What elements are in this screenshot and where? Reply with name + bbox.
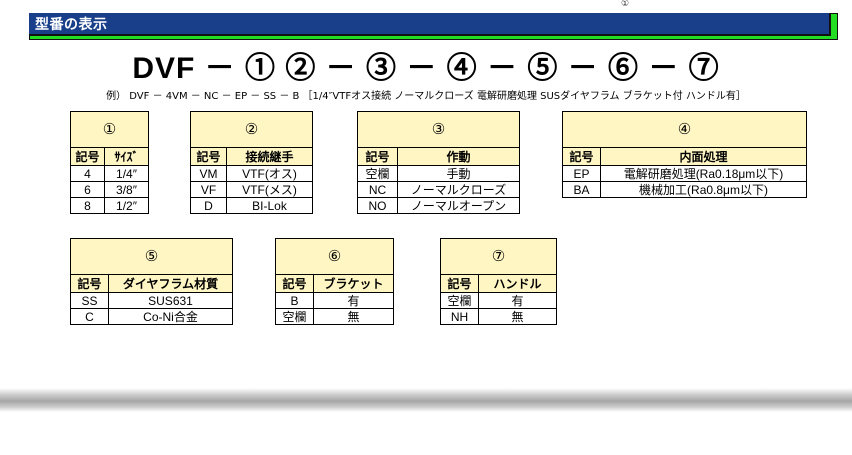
table-row: 空欄有 — [440, 292, 557, 309]
table-row: 空欄無 — [275, 308, 394, 325]
cell-code: NH — [440, 308, 479, 325]
cell-value: SUS631 — [108, 292, 233, 309]
cell-value: BI-Lok — [226, 197, 313, 214]
column-header-handle: ハンドル — [478, 274, 557, 293]
cell-value: 1/2″ — [104, 197, 149, 214]
column-header-code: 記号 — [562, 147, 601, 166]
column-header-bracket: ブラケット — [313, 274, 394, 293]
cell-code: NC — [357, 181, 398, 198]
table-surface-treatment: ④ 記号 内面処理 EP 電解研磨処理(Ra0.18μm以下) BA 機械加工(Ra… — [562, 111, 807, 198]
table-row: 8 1/2″ — [70, 197, 149, 214]
cell-code: 6 — [70, 181, 105, 198]
table-size: ① 記号 ｻｲｽﾞ 4 1/4″ 6 3/8″ 8 1/2″ — [70, 111, 149, 214]
cell-code: C — [70, 308, 109, 325]
cell-code: VM — [190, 165, 227, 182]
table-row: NO ノーマルオープン — [357, 197, 520, 214]
cell-value: ノーマルクローズ — [397, 181, 520, 198]
cell-code: D — [190, 197, 227, 214]
column-header-treatment: 内面処理 — [600, 147, 807, 166]
table-row: SS SUS631 — [70, 292, 233, 309]
table-title: ① — [70, 111, 149, 148]
column-header-code: 記号 — [357, 147, 398, 166]
cell-value: 有 — [478, 292, 557, 309]
table-title: ⑥ — [275, 238, 394, 275]
cell-code: 空欄 — [440, 292, 479, 309]
table-handle: ⑦ 記号 ハンドル 空欄有 NH 無 — [440, 238, 557, 325]
table-title: ④ — [562, 111, 807, 148]
column-header-code: 記号 — [70, 274, 109, 293]
cell-code: 空欄 — [275, 308, 314, 325]
table-row: EP 電解研磨処理(Ra0.18μm以下) — [562, 165, 807, 182]
table-title: ② — [190, 111, 313, 148]
cell-code: VF — [190, 181, 227, 198]
cell-value: 無 — [478, 308, 557, 325]
cell-value: 1/4″ — [104, 165, 149, 182]
table-row: 空欄 手動 — [357, 165, 520, 182]
table-row: D BI-Lok — [190, 197, 313, 214]
table-row: VM VTF(オス) — [190, 165, 313, 182]
table-title: ⑦ — [440, 238, 557, 275]
column-header-code: 記号 — [440, 274, 479, 293]
table-row: B有 — [275, 292, 394, 309]
column-header-code: 記号 — [275, 274, 314, 293]
table-title: ⑤ — [70, 238, 233, 275]
section-title: 型番の表示 — [35, 17, 108, 33]
cell-code: SS — [70, 292, 109, 309]
cell-code: 4 — [70, 165, 105, 182]
cell-value: 無 — [313, 308, 394, 325]
table-row: NC ノーマルクローズ — [357, 181, 520, 198]
column-header-size: ｻｲｽﾞ — [104, 147, 149, 166]
table-row: BA 機械加工(Ra0.8μm以下) — [562, 181, 807, 198]
cell-code: EP — [562, 165, 601, 182]
cell-code: B — [275, 292, 314, 309]
cell-code: 空欄 — [357, 165, 398, 182]
table-row: C Co-Ni合金 — [70, 308, 233, 325]
cell-value: 3/8″ — [104, 181, 149, 198]
cell-value: 機械加工(Ra0.8μm以下) — [600, 181, 807, 198]
column-header-code: 記号 — [190, 147, 227, 166]
column-header-code: 記号 — [70, 147, 105, 166]
cell-code: BA — [562, 181, 601, 198]
column-header-connection: 接続継手 — [226, 147, 313, 166]
cell-value: VTF(メス) — [226, 181, 313, 198]
column-header-material: ダイヤフラム材質 — [108, 274, 233, 293]
table-diaphragm-material: ⑤ 記号 ダイヤフラム材質 SS SUS631 C Co-Ni合金 — [70, 238, 233, 325]
table-row: 4 1/4″ — [70, 165, 149, 182]
table-row: NH 無 — [440, 308, 557, 325]
table-bracket: ⑥ 記号 ブラケット B有 空欄無 — [275, 238, 394, 325]
model-number-formula: DVF － ① ② － ③ － ④ － ⑤ － ⑥ － ⑦ — [132, 52, 720, 85]
table-row: VF VTF(メス) — [190, 181, 313, 198]
table-connection: ② 記号 接続継手 VM VTF(オス) VF VTF(メス) D BI-Lok — [190, 111, 313, 214]
cell-code: 8 — [70, 197, 105, 214]
table-title: ③ — [357, 111, 520, 148]
model-example: 例） DVF － 4VM － NC － EP － SS － B ［1/4″VTF… — [106, 91, 746, 102]
table-operation: ③ 記号 作動 空欄 手動 NC ノーマルクローズ NO ノーマルオープン — [357, 111, 520, 214]
section-header — [29, 13, 831, 36]
cell-value: 電解研磨処理(Ra0.18μm以下) — [600, 165, 807, 182]
top-marker: ① — [620, 0, 630, 9]
column-header-operation: 作動 — [397, 147, 520, 166]
footer-divider-bar — [0, 388, 852, 412]
table-row: 6 3/8″ — [70, 181, 149, 198]
cell-code: NO — [357, 197, 398, 214]
cell-value: ノーマルオープン — [397, 197, 520, 214]
cell-value: VTF(オス) — [226, 165, 313, 182]
cell-value: 手動 — [397, 165, 520, 182]
cell-value: Co-Ni合金 — [108, 308, 233, 325]
cell-value: 有 — [313, 292, 394, 309]
